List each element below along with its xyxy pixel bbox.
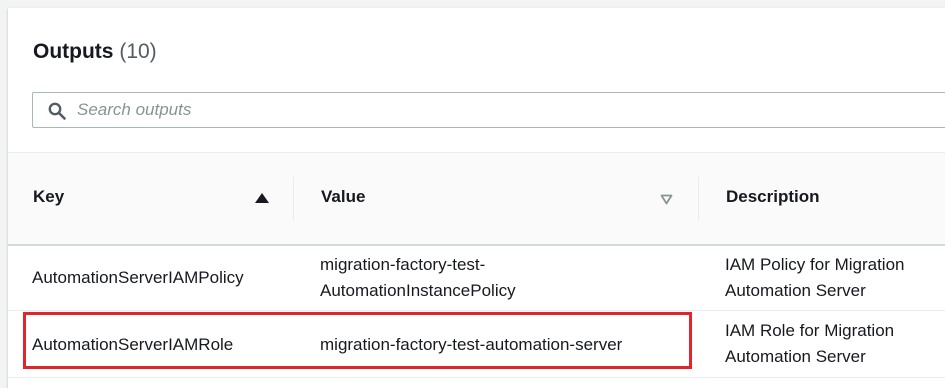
column-header-description[interactable]: Description [726,187,820,207]
outputs-panel: Outputs (10) Key Value Description Autom… [8,8,945,388]
column-separator[interactable] [698,177,699,221]
row-key: AutomationServerIAMRole [32,335,234,354]
row-value-line-1: migration-factory-test- [320,255,486,274]
table-header: Key Value Description [8,153,945,246]
panel-title: Outputs (10) [33,40,157,64]
search-box[interactable] [32,92,945,128]
row-key: AutomationServerIAMPolicy [32,268,244,287]
column-separator[interactable] [293,177,294,221]
row-description-line-1: IAM Policy for Migration [725,255,905,274]
outputs-count: (10) [119,40,157,63]
sort-descending-icon[interactable] [660,194,673,205]
row-description-line-2: Automation Server [725,281,866,300]
search-icon [48,102,66,120]
row-description-line-1: IAM Role for Migration [725,321,895,340]
column-header-key[interactable]: Key [33,187,64,207]
search-input[interactable] [77,93,937,127]
table-row: AutomationServerIAMRole migration-factor… [8,311,945,378]
table-row: AutomationServerIAMPolicy migration-fact… [8,246,945,311]
row-value: migration-factory-test-automation-server [320,335,623,354]
sort-ascending-icon[interactable] [255,193,269,203]
column-header-value[interactable]: Value [321,187,365,207]
row-value-line-2: AutomationInstancePolicy [320,281,516,300]
panel-title-text: Outputs [33,40,114,63]
row-description-line-2: Automation Server [725,347,866,366]
